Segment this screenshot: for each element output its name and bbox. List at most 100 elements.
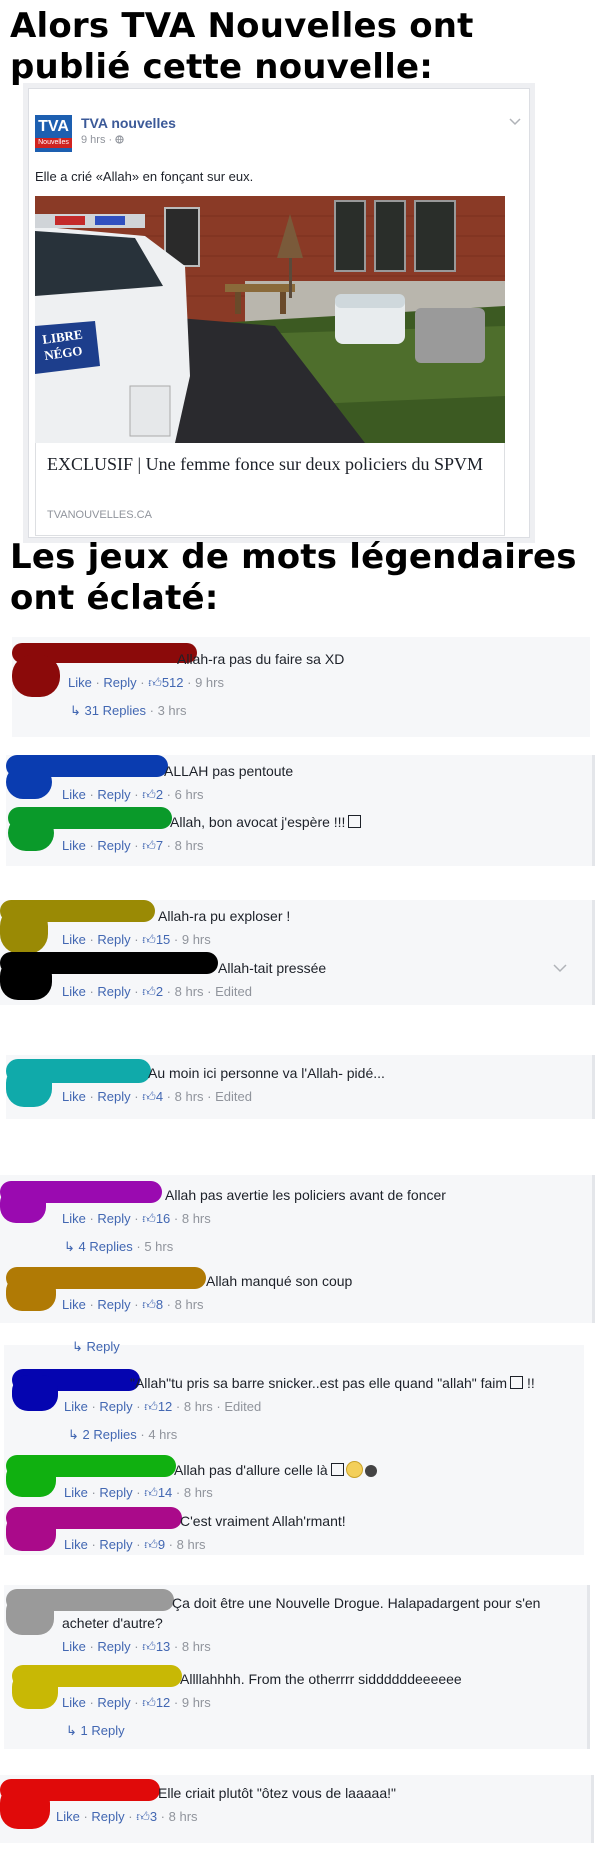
comment-time[interactable]: 8 hrs	[177, 1537, 206, 1552]
comment-time[interactable]: 9 hrs	[182, 932, 211, 947]
like-count[interactable]: 16	[156, 1211, 170, 1226]
link-title[interactable]: EXCLUSIF | Une femme fonce sur deux poli…	[47, 453, 487, 476]
like-link[interactable]: Like	[62, 984, 86, 999]
like-count[interactable]: 2	[156, 984, 163, 999]
replies-link[interactable]: ↳ 4 Replies · 5 hrs	[64, 1239, 173, 1255]
like-count[interactable]: 13	[156, 1639, 170, 1654]
comment-actions: Like · Reply · 👍︎14 · 8 hrs	[64, 1485, 213, 1500]
comment-time[interactable]: 6 hrs	[175, 787, 204, 802]
thumbs-up-icon[interactable]: 👍︎	[142, 1695, 156, 1710]
thumbs-up-icon[interactable]: 👍︎	[148, 675, 162, 690]
like-link[interactable]: Like	[62, 1639, 86, 1654]
like-link[interactable]: Like	[62, 1297, 86, 1312]
replies-link[interactable]: ↳ 31 Replies · 3 hrs	[70, 703, 186, 719]
like-count[interactable]: 9	[158, 1537, 165, 1552]
reply-link[interactable]: Reply	[99, 1399, 132, 1414]
replies-count[interactable]: 4 Replies	[79, 1239, 133, 1254]
comment-time[interactable]: 8 hrs	[175, 838, 204, 853]
thumbs-up-icon[interactable]: 👍︎	[142, 787, 156, 802]
like-count[interactable]: 14	[158, 1485, 172, 1500]
replies-link[interactable]: ↳ 2 Replies · 4 hrs	[68, 1427, 177, 1443]
comment-actions: Like · Reply · 👍︎16 · 8 hrs	[62, 1211, 211, 1226]
comment-text: Allah manqué son coup	[206, 1273, 353, 1289]
like-count[interactable]: 4	[156, 1089, 163, 1104]
reply-link[interactable]: Reply	[103, 675, 136, 690]
reply-link[interactable]: Reply	[97, 932, 130, 947]
comment-time[interactable]: 8 hrs	[184, 1399, 213, 1414]
partial-reply-text[interactable]: Reply	[87, 1339, 120, 1354]
thumbs-up-icon[interactable]: 👍︎	[144, 1399, 158, 1414]
like-count[interactable]: 8	[156, 1297, 163, 1312]
reply-link[interactable]: Reply	[97, 1211, 130, 1226]
comment-time[interactable]: 8 hrs	[184, 1485, 213, 1500]
like-count[interactable]: 12	[158, 1399, 172, 1414]
replies-count[interactable]: 31 Replies	[85, 703, 146, 718]
thumbs-up-icon[interactable]: 👍︎	[142, 1089, 156, 1104]
thumbs-up-icon[interactable]: 👍︎	[142, 1639, 156, 1654]
like-link[interactable]: Like	[56, 1809, 80, 1824]
edited-label[interactable]: Edited	[215, 1089, 252, 1104]
like-link[interactable]: Like	[62, 1695, 86, 1710]
like-link[interactable]: Like	[62, 932, 86, 947]
comment-time[interactable]: 8 hrs	[175, 1297, 204, 1312]
redaction-blot	[6, 1595, 54, 1635]
edited-label[interactable]: Edited	[224, 1399, 261, 1414]
thumbs-up-icon[interactable]: 👍︎	[144, 1485, 158, 1500]
like-count[interactable]: 512	[162, 675, 184, 690]
comment-text: Allah-tait pressée	[218, 960, 327, 976]
post-photo[interactable]: LIBRE NÉGO	[35, 196, 505, 443]
comment-time[interactable]: 8 hrs	[175, 1089, 204, 1104]
comment-actions: Like · Reply · 👍︎12 · 8 hrs · Edited	[64, 1399, 262, 1414]
thumbs-up-icon[interactable]: 👍︎	[142, 838, 156, 853]
reply-link[interactable]: Reply	[99, 1537, 132, 1552]
comment-text: Allah pas d'allure celle là	[174, 1461, 377, 1478]
reply-link[interactable]: Reply	[97, 1089, 130, 1104]
replies-count[interactable]: 2 Replies	[83, 1427, 137, 1442]
comment-actions: Like · Reply · 👍︎12 · 9 hrs	[62, 1695, 211, 1710]
like-link[interactable]: Like	[62, 1089, 86, 1104]
replies-count[interactable]: 1 Reply	[81, 1723, 125, 1738]
comment-time[interactable]: 8 hrs	[175, 984, 204, 999]
like-link[interactable]: Like	[62, 838, 86, 853]
reply-link[interactable]: Reply	[97, 787, 130, 802]
photo-police-car-scene: LIBRE NÉGO	[35, 196, 505, 443]
comment-text-end: !!	[526, 1375, 535, 1391]
thumbs-up-icon[interactable]: 👍︎	[142, 932, 156, 947]
comment-options-chevron-icon[interactable]	[553, 960, 567, 978]
reply-link[interactable]: Reply	[97, 1639, 130, 1654]
like-count[interactable]: 15	[156, 932, 170, 947]
like-count[interactable]: 7	[156, 838, 163, 853]
thumbs-up-icon[interactable]: 👍︎	[136, 1809, 150, 1824]
tva-nouvelles-logo[interactable]: TVA Nouvelles	[35, 115, 72, 152]
like-count[interactable]: 3	[150, 1809, 157, 1824]
thumbs-up-icon[interactable]: 👍︎	[142, 1297, 156, 1312]
reply-link[interactable]: Reply	[97, 1695, 130, 1710]
partial-reply-link[interactable]: ↳ Reply	[72, 1339, 120, 1355]
like-link[interactable]: Like	[64, 1399, 88, 1414]
like-link[interactable]: Like	[62, 1211, 86, 1226]
reply-link[interactable]: Reply	[97, 984, 130, 999]
like-link[interactable]: Like	[64, 1485, 88, 1500]
like-count[interactable]: 2	[156, 787, 163, 802]
edited-label[interactable]: Edited	[215, 984, 252, 999]
like-link[interactable]: Like	[68, 675, 92, 690]
page-name-link[interactable]: TVA nouvelles	[81, 115, 176, 131]
comment-time[interactable]: 8 hrs	[182, 1211, 211, 1226]
comment-time[interactable]: 8 hrs	[169, 1809, 198, 1824]
redaction-blot	[12, 1375, 58, 1411]
comment-time[interactable]: 9 hrs	[182, 1695, 211, 1710]
comment-time[interactable]: 9 hrs	[195, 675, 224, 690]
like-link[interactable]: Like	[64, 1537, 88, 1552]
comment-time[interactable]: 8 hrs	[182, 1639, 211, 1654]
reply-link[interactable]: Reply	[91, 1809, 124, 1824]
like-count[interactable]: 12	[156, 1695, 170, 1710]
replies-link[interactable]: ↳ 1 Reply	[66, 1723, 125, 1739]
reply-link[interactable]: Reply	[99, 1485, 132, 1500]
thumbs-up-icon[interactable]: 👍︎	[142, 984, 156, 999]
reply-link[interactable]: Reply	[97, 1297, 130, 1312]
post-options-chevron-icon[interactable]	[509, 113, 521, 129]
reply-link[interactable]: Reply	[97, 838, 130, 853]
like-link[interactable]: Like	[62, 787, 86, 802]
thumbs-up-icon[interactable]: 👍︎	[144, 1537, 158, 1552]
thumbs-up-icon[interactable]: 👍︎	[142, 1211, 156, 1226]
